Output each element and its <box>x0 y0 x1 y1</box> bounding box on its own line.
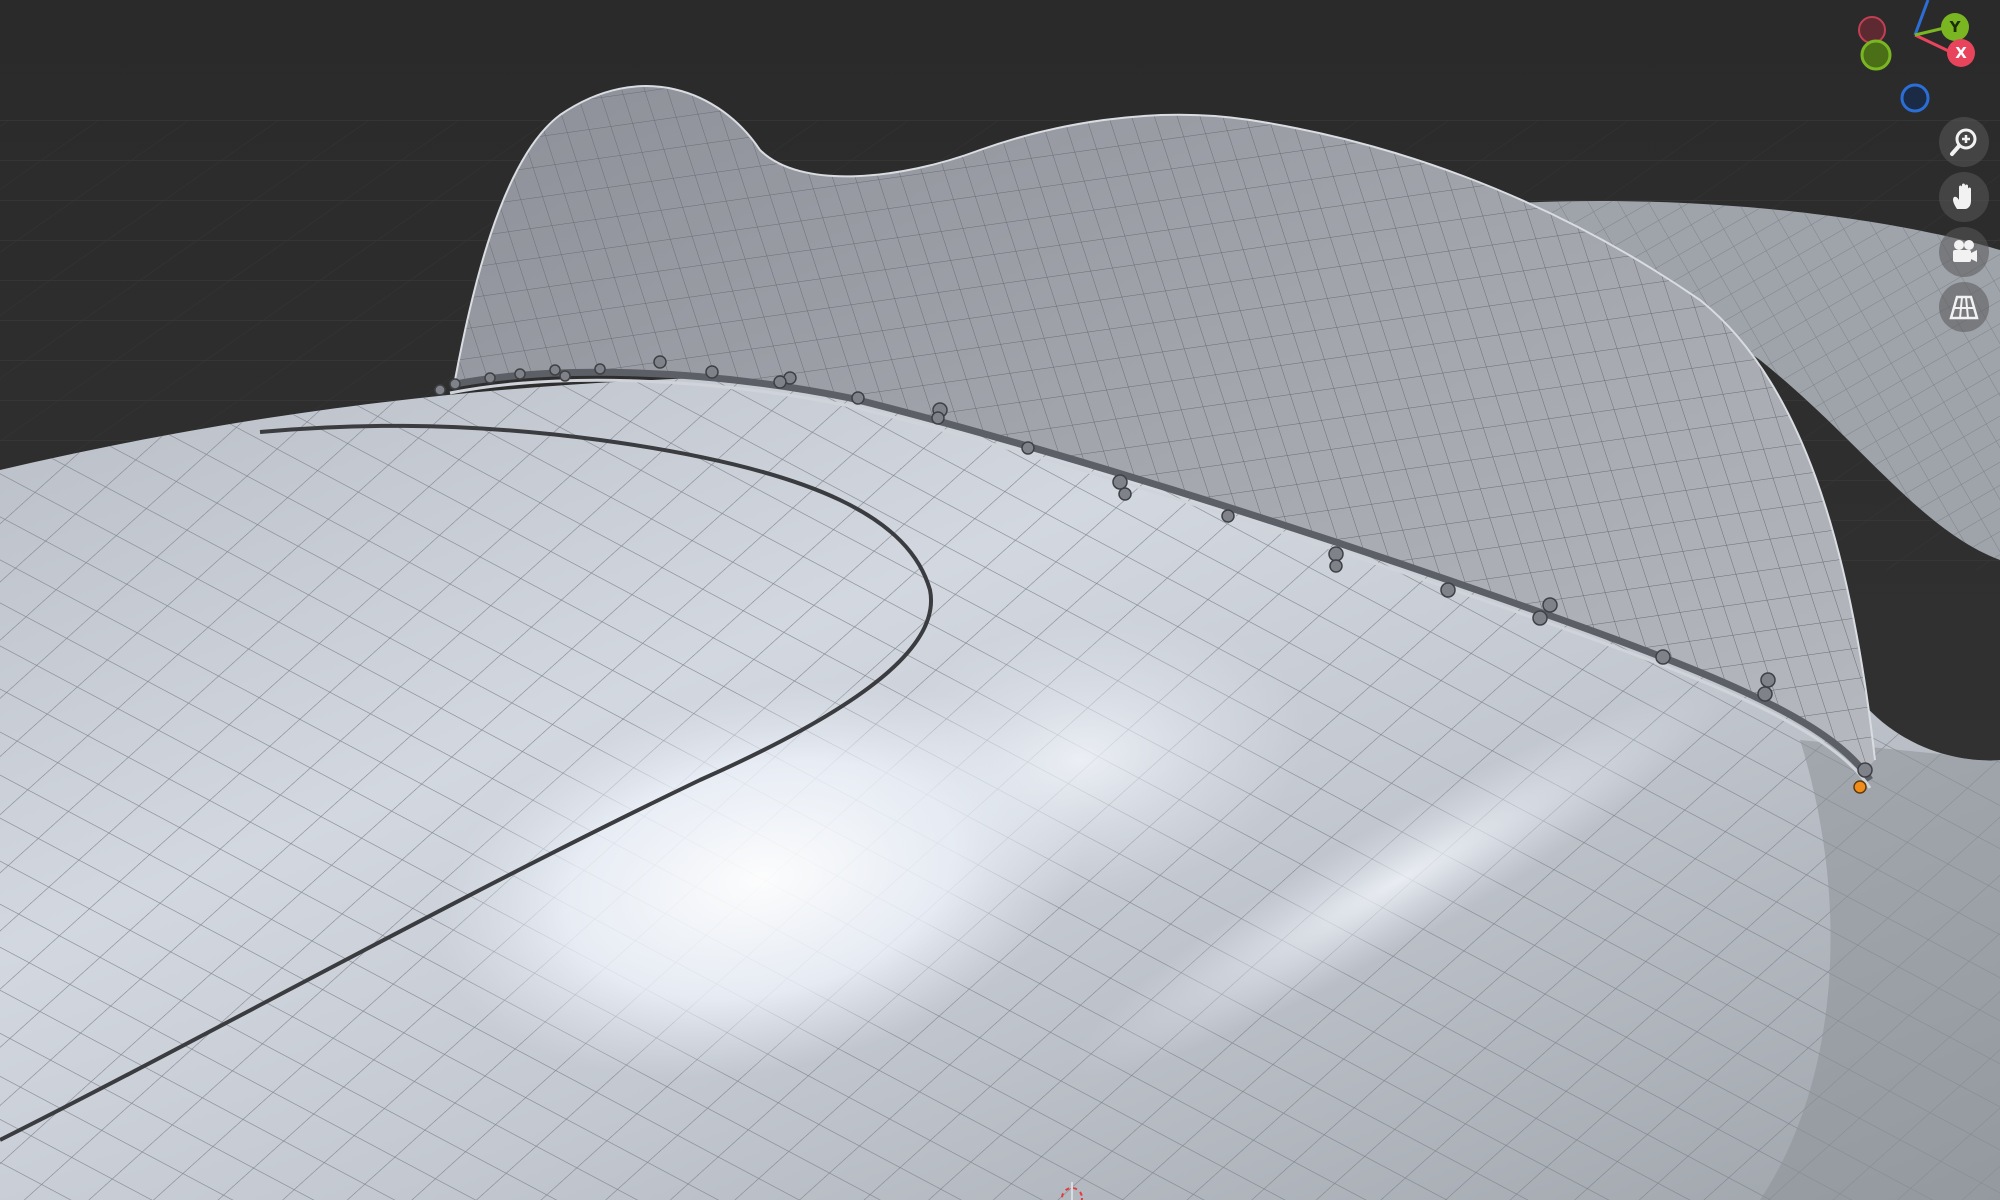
gizmo-y-label: Y <box>1949 18 1962 36</box>
zoom-in-icon <box>1950 128 1977 156</box>
gizmo-y-axis[interactable]: Y <box>1941 13 1969 41</box>
selected-vertex[interactable] <box>1853 780 1867 794</box>
gizmo-neg-z-icon[interactable] <box>1900 83 1930 113</box>
gizmo-x-axis[interactable]: X <box>1947 39 1975 67</box>
perspective-toggle-button[interactable] <box>1939 282 1989 332</box>
hand-pan-icon <box>1953 183 1971 209</box>
navigation-gizmo[interactable]: Y X <box>1840 0 2000 120</box>
zoom-button[interactable] <box>1939 117 1989 167</box>
pan-button[interactable] <box>1939 172 1989 222</box>
gizmo-neg-y-icon[interactable] <box>1860 39 1892 71</box>
gizmo-neg-x-icon[interactable] <box>1858 16 1886 44</box>
mesh-scene[interactable] <box>0 0 2000 1200</box>
perspective-grid-icon <box>1949 295 1979 320</box>
camera-view-button[interactable] <box>1939 227 1989 277</box>
3d-viewport[interactable]: Y X <box>0 0 2000 1200</box>
camera-icon <box>1953 240 1977 262</box>
gizmo-x-label: X <box>1955 44 1967 62</box>
